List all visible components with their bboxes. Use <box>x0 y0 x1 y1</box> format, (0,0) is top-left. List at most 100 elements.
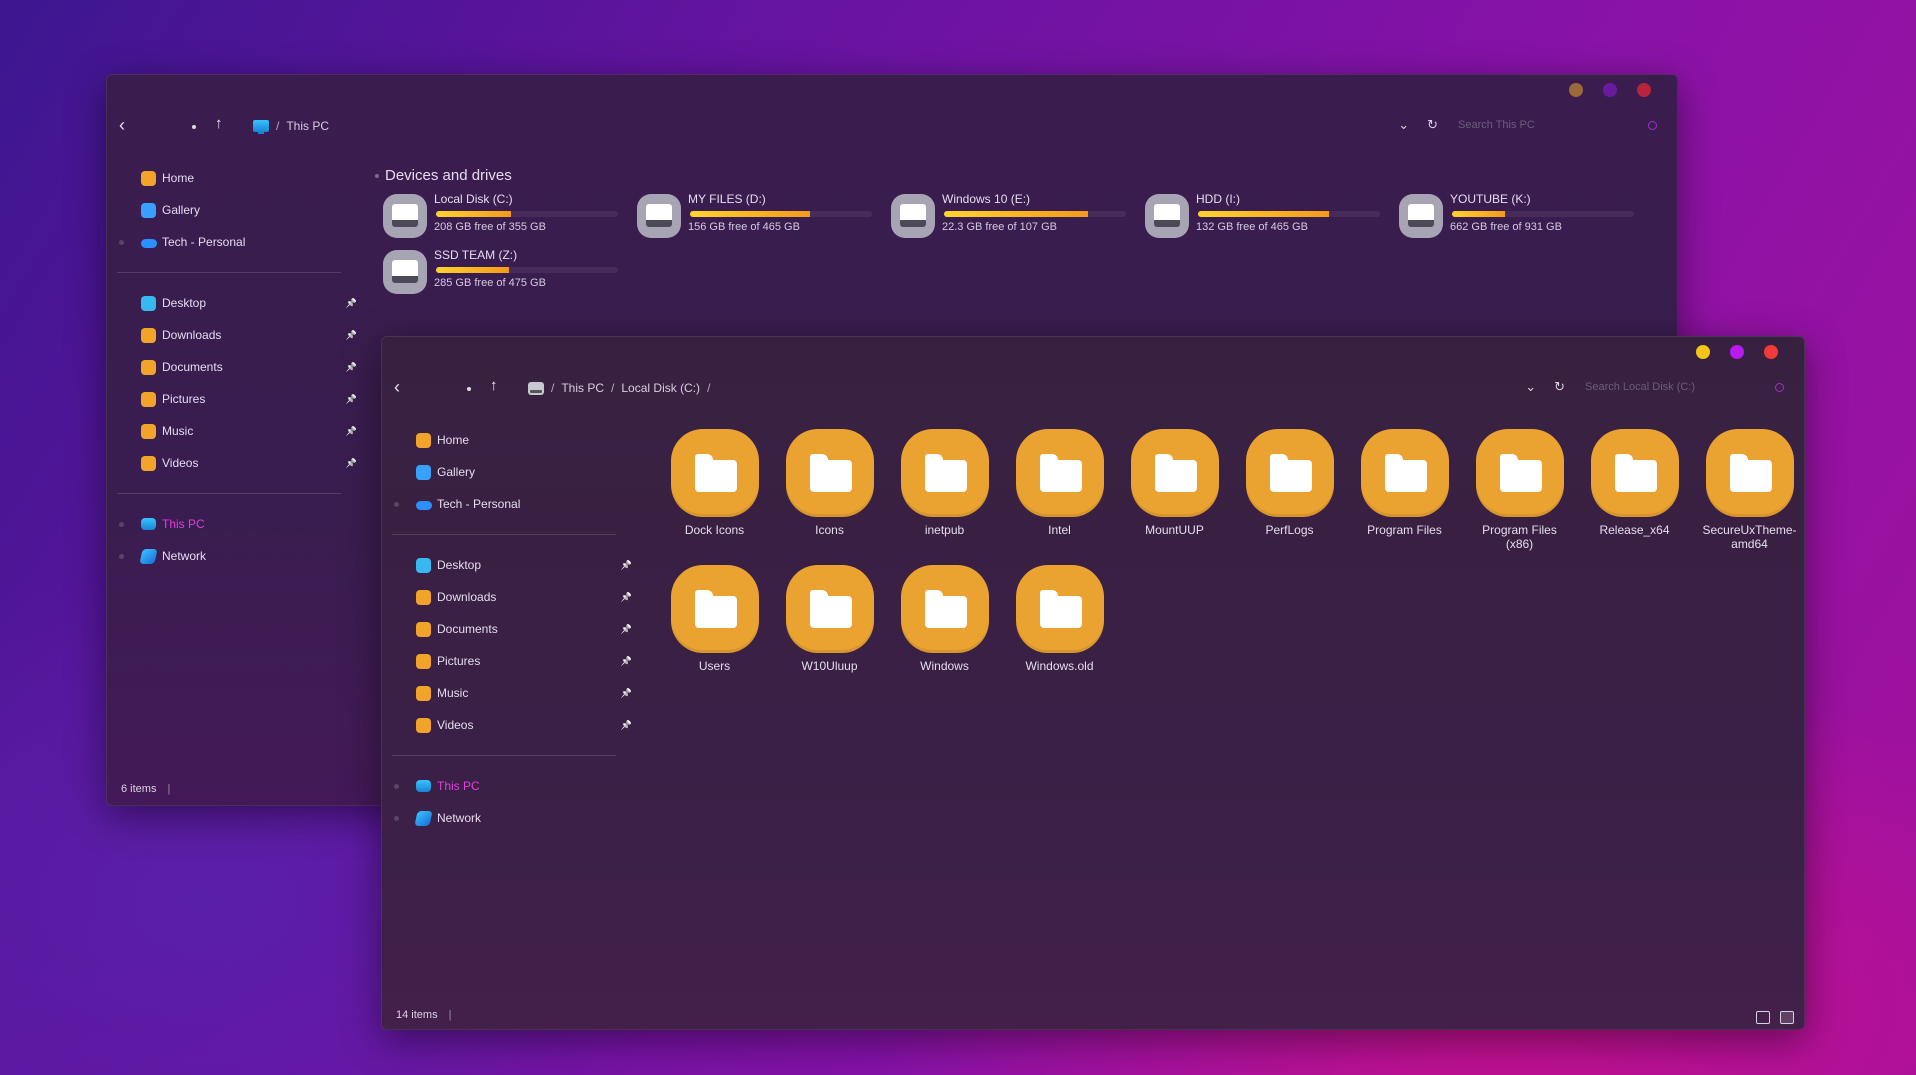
sidebar-item-documents[interactable]: Documents 📌 <box>107 351 357 383</box>
minimize-button[interactable] <box>1569 83 1583 97</box>
sidebar-item-home[interactable]: Home <box>107 162 357 194</box>
sidebar-item-pictures[interactable]: Pictures 📌 <box>107 383 357 415</box>
search-input[interactable] <box>1456 118 1630 132</box>
onedrive-icon <box>141 235 157 250</box>
expand-chevron-icon[interactable] <box>119 521 124 527</box>
drive-item[interactable]: MY FILES (D:) 156 GB free of 465 GB <box>637 192 877 242</box>
maximize-button[interactable] <box>1603 83 1617 97</box>
breadcrumb-item-this-pc[interactable]: This PC <box>286 119 329 133</box>
folder-item[interactable]: SecureUxTheme-amd64 <box>1692 429 1804 551</box>
status-divider: | <box>448 1009 452 1021</box>
sidebar-item-gallery[interactable]: Gallery <box>107 194 357 226</box>
search-input[interactable] <box>1583 380 1757 394</box>
minimize-button[interactable] <box>1696 345 1710 359</box>
sidebar-item-network[interactable]: Network <box>107 540 357 572</box>
large-icons-view-icon[interactable] <box>1780 1011 1794 1024</box>
folder-item[interactable]: Windows.old <box>1002 565 1117 673</box>
folder-item[interactable]: Intel <box>1002 429 1117 551</box>
sidebar-item-home[interactable]: Home <box>382 424 632 456</box>
drive-free-space: 285 GB free of 475 GB <box>434 277 546 289</box>
sidebar-item-tech-personal[interactable]: Tech - Personal <box>107 226 357 258</box>
sidebar-item-videos[interactable]: Videos 📌 <box>107 447 357 479</box>
sidebar-item-label: Documents <box>162 360 223 374</box>
folder-name: SecureUxTheme-amd64 <box>1702 523 1797 551</box>
drive-item[interactable]: YOUTUBE (K:) 662 GB free of 931 GB <box>1399 192 1639 242</box>
folder-item[interactable]: W10Uluup <box>772 565 887 673</box>
up-arrow-icon[interactable]: ↑ <box>215 115 223 132</box>
search-icon[interactable] <box>1648 120 1657 130</box>
sidebar-divider <box>392 534 616 535</box>
folder-item[interactable]: MountUUP <box>1117 429 1232 551</box>
sidebar-item-pictures[interactable]: Pictures 📌 <box>382 645 632 677</box>
folder-item[interactable]: Users <box>657 565 772 673</box>
sidebar-item-downloads[interactable]: Downloads 📌 <box>107 319 357 351</box>
chevron-down-icon[interactable]: ⌄ <box>1525 379 1536 395</box>
folder-item[interactable]: Windows <box>887 565 1002 673</box>
expand-chevron-icon[interactable] <box>394 783 399 789</box>
section-collapse-icon[interactable] <box>375 174 379 178</box>
folder-icon <box>1360 429 1449 517</box>
sidebar-item-music[interactable]: Music 📌 <box>107 415 357 447</box>
sidebar-item-label: Videos <box>437 718 474 732</box>
window-controls <box>1696 345 1778 359</box>
pin-icon[interactable]: 📌 <box>346 394 357 405</box>
refresh-icon[interactable]: ↻ <box>1427 117 1438 133</box>
sidebar-item-videos[interactable]: Videos 📌 <box>382 709 632 741</box>
folder-item[interactable]: Release_x64 <box>1577 429 1692 551</box>
sidebar-item-network[interactable]: Network <box>382 802 632 834</box>
sidebar-item-downloads[interactable]: Downloads 📌 <box>382 581 632 613</box>
breadcrumb: / This PC <box>253 119 329 134</box>
up-arrow-icon[interactable]: ↑ <box>490 377 498 394</box>
pin-icon[interactable]: 📌 <box>621 720 632 731</box>
folder-icon <box>1130 429 1219 517</box>
folder-item[interactable]: Icons <box>772 429 887 551</box>
folder-icon <box>1015 565 1104 653</box>
sidebar-item-desktop[interactable]: Desktop 📌 <box>107 287 357 319</box>
pin-icon[interactable]: 📌 <box>346 458 357 469</box>
expand-chevron-icon[interactable] <box>394 815 399 821</box>
close-button[interactable] <box>1764 345 1778 359</box>
expand-chevron-icon[interactable] <box>394 501 399 507</box>
pin-icon[interactable]: 📌 <box>621 624 632 635</box>
sidebar-item-music[interactable]: Music 📌 <box>382 677 632 709</box>
refresh-icon[interactable]: ↻ <box>1554 379 1565 395</box>
details-view-icon[interactable] <box>1756 1011 1770 1024</box>
pin-icon[interactable]: 📌 <box>346 330 357 341</box>
pin-icon[interactable]: 📌 <box>346 362 357 373</box>
maximize-button[interactable] <box>1730 345 1744 359</box>
pin-icon[interactable]: 📌 <box>621 560 632 571</box>
folder-item[interactable]: Program Files (x86) <box>1462 429 1577 551</box>
folder-item[interactable]: Program Files <box>1347 429 1462 551</box>
pin-icon[interactable]: 📌 <box>346 298 357 309</box>
forward-icon[interactable] <box>467 387 471 391</box>
expand-chevron-icon[interactable] <box>119 553 124 559</box>
drive-item[interactable]: Local Disk (C:) 208 GB free of 355 GB <box>383 192 623 242</box>
pin-icon[interactable]: 📌 <box>621 656 632 667</box>
drive-item[interactable]: HDD (I:) 132 GB free of 465 GB <box>1145 192 1385 242</box>
sidebar-item-desktop[interactable]: Desktop 📌 <box>382 549 632 581</box>
sidebar-item-this-pc[interactable]: This PC <box>382 770 632 802</box>
drive-item[interactable]: SSD TEAM (Z:) 285 GB free of 475 GB <box>383 248 623 298</box>
expand-chevron-icon[interactable] <box>119 239 124 245</box>
sidebar-item-label: Music <box>162 424 194 438</box>
folder-item[interactable]: inetpub <box>887 429 1002 551</box>
sidebar-item-this-pc[interactable]: This PC <box>107 508 357 540</box>
chevron-down-icon[interactable]: ⌄ <box>1398 117 1409 133</box>
forward-icon[interactable] <box>192 125 196 129</box>
search-icon[interactable] <box>1775 382 1784 392</box>
pin-icon[interactable]: 📌 <box>621 592 632 603</box>
back-arrow-icon[interactable]: ‹ <box>394 377 400 398</box>
back-arrow-icon[interactable]: ‹ <box>119 115 125 136</box>
pin-icon[interactable]: 📌 <box>621 688 632 699</box>
breadcrumb-item-local-disk[interactable]: Local Disk (C:) <box>621 381 700 395</box>
breadcrumb-item-this-pc[interactable]: This PC <box>561 381 604 395</box>
close-button[interactable] <box>1637 83 1651 97</box>
pin-icon[interactable]: 📌 <box>346 426 357 437</box>
drive-item[interactable]: Windows 10 (E:) 22.3 GB free of 107 GB <box>891 192 1131 242</box>
folder-item[interactable]: Dock Icons <box>657 429 772 551</box>
folder-item[interactable]: PerfLogs <box>1232 429 1347 551</box>
drive-usage-bar <box>690 211 872 217</box>
sidebar-item-tech-personal[interactable]: Tech - Personal <box>382 488 632 520</box>
sidebar-item-gallery[interactable]: Gallery <box>382 456 632 488</box>
sidebar-item-documents[interactable]: Documents 📌 <box>382 613 632 645</box>
